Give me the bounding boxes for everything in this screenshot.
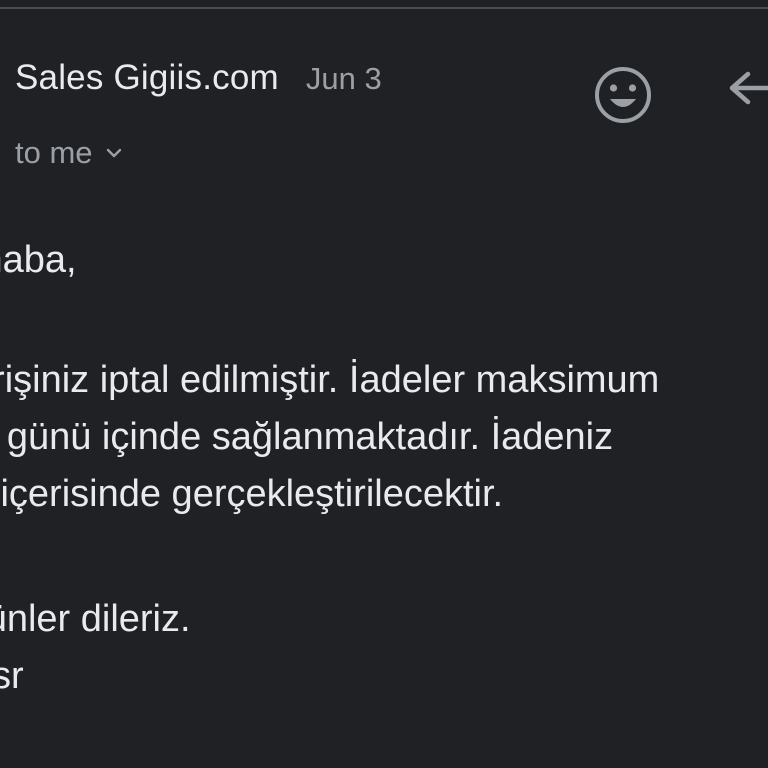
paragraph-line: Siparişiniz iptal edilmiştir. İadeler ma… [0,359,660,401]
signature-line: Gigiisr [0,655,24,697]
message-date: Jun 3 [305,61,382,96]
message-header: Sales Gigiis.com Jun 3 [15,58,382,108]
recipient-details-toggle[interactable]: to me [15,132,125,174]
paragraph-line: 14 iş günü içinde sağlanmaktadır. İadeni… [0,416,614,458]
paragraph-spacing [0,289,768,352]
email-message-view: Sales Gigiis.com Jun 3 to me Merhaba, Si… [0,0,768,768]
greeting-text: Merhaba, [0,239,77,281]
smiley-face-icon [595,67,651,123]
message-body: Merhaba, Siparişiniz iptal edilmiştir. İ… [0,232,768,705]
closing-line: İyi günler dileriz. [0,598,191,640]
paragraph-line: süre içerisinde gerçekleştirilecektir. [0,473,504,515]
add-reaction-button[interactable] [589,63,657,127]
reply-arrow-icon [729,71,768,105]
reply-button[interactable] [720,63,768,119]
sender-name[interactable]: Sales Gigiis.com [15,58,279,98]
recipient-label: to me [15,135,93,170]
top-divider [0,7,768,9]
paragraph-spacing [0,523,768,591]
chevron-down-icon [106,148,121,158]
